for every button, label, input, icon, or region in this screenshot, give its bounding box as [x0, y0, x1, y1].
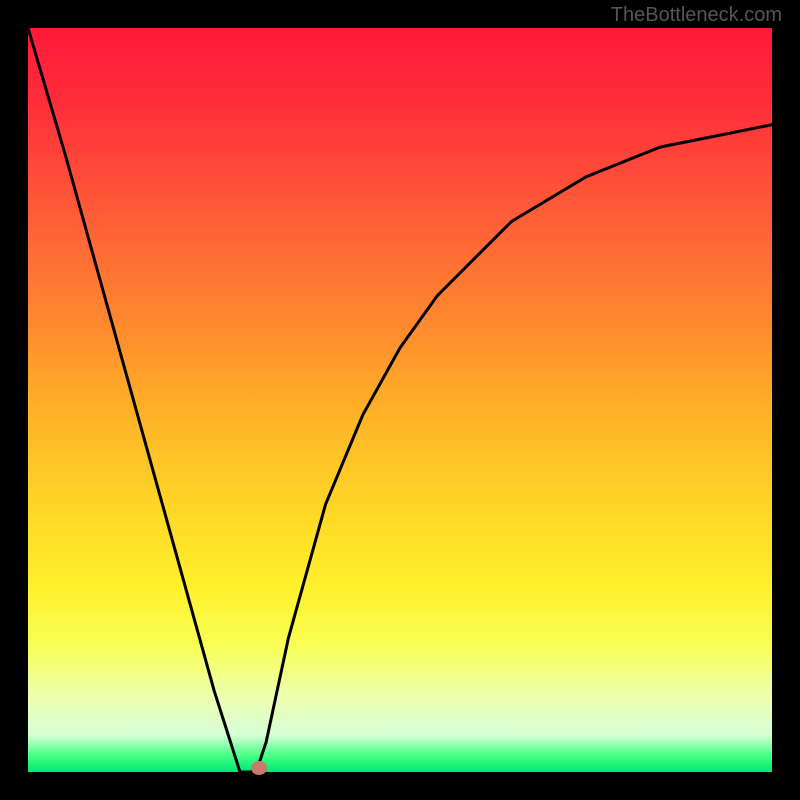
- watermark-text: TheBottleneck.com: [611, 4, 782, 27]
- bottleneck-curve: [28, 28, 772, 772]
- minimum-marker: [251, 761, 267, 775]
- plot-background: [28, 28, 772, 772]
- curve-path: [28, 28, 772, 772]
